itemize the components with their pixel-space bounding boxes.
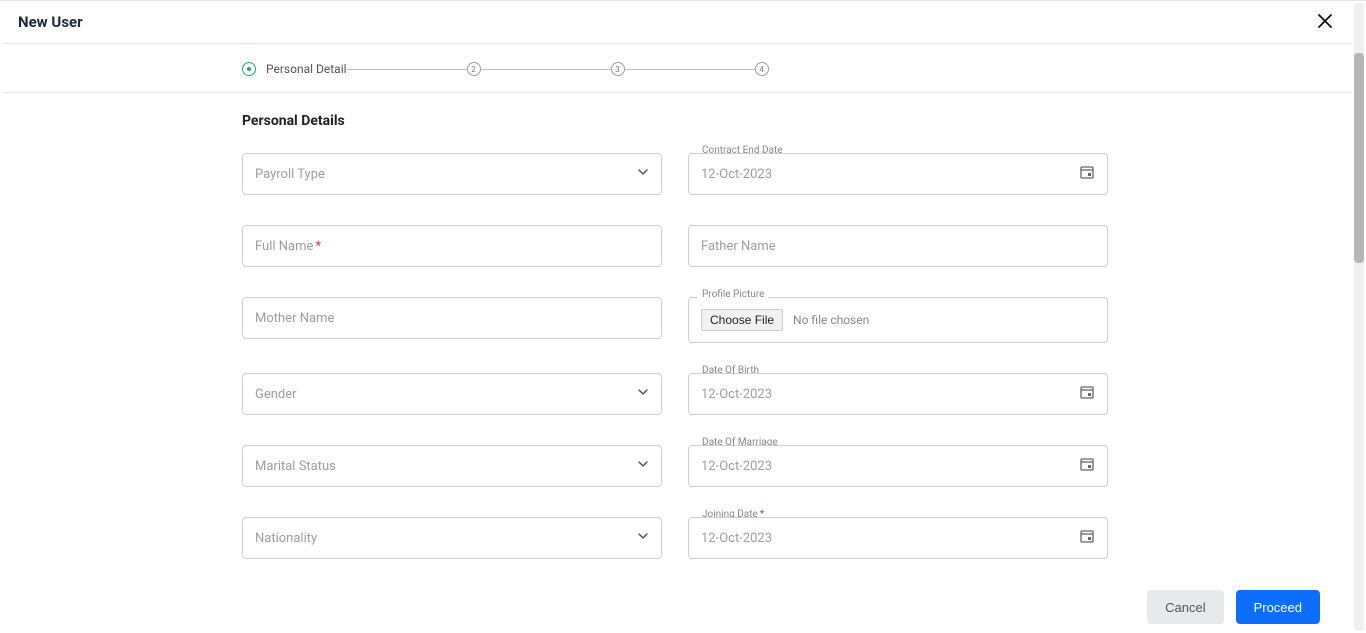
chevron-down-icon (637, 386, 649, 402)
contract-end-field: Contract End Date 12-Oct-2023 (688, 153, 1108, 195)
contract-end-value: 12-Oct-2023 (701, 167, 772, 182)
modal-footer: Cancel Proceed (2, 581, 1338, 633)
step-circle-3: 3 (611, 62, 625, 76)
gender-placeholder: Gender (255, 387, 297, 402)
calendar-icon[interactable] (1079, 528, 1095, 548)
dob-input[interactable]: 12-Oct-2023 (688, 373, 1108, 415)
modal-header: New User (2, 1, 1352, 44)
profile-picture-field: Profile Picture Choose File No file chos… (688, 297, 1108, 343)
choose-file-button[interactable]: Choose File (701, 309, 783, 331)
mother-name-input[interactable]: Mother Name (242, 297, 662, 339)
calendar-icon[interactable] (1079, 384, 1095, 404)
profile-picture-box: Choose File No file chosen (688, 297, 1108, 343)
step-connector (481, 69, 611, 70)
marital-status-select[interactable]: Marital Status (242, 445, 662, 487)
nationality-field: Nationality (242, 517, 662, 559)
file-status-text: No file chosen (793, 313, 869, 327)
dob-field: Date Of Birth 12-Oct-2023 (688, 373, 1108, 415)
joining-date-input[interactable]: 12-Oct-2023 (688, 517, 1108, 559)
gender-field: Gender (242, 373, 662, 415)
new-user-modal: New User Personal Detail 2 3 4 Personal … (2, 1, 1352, 633)
step-label-1: Personal Detail (266, 62, 347, 76)
step-connector (347, 69, 467, 70)
cancel-button[interactable]: Cancel (1147, 590, 1223, 624)
step-circle-active (242, 62, 256, 76)
contract-end-input[interactable]: 12-Oct-2023 (688, 153, 1108, 195)
father-name-input[interactable]: Father Name (688, 225, 1108, 267)
mother-name-placeholder: Mother Name (255, 311, 334, 326)
nationality-select[interactable]: Nationality (242, 517, 662, 559)
calendar-icon[interactable] (1079, 456, 1095, 476)
payroll-type-select[interactable]: Payroll Type (242, 153, 662, 195)
full-name-input[interactable]: Full Name* (242, 225, 662, 267)
joining-date-field: Joining Date* 12-Oct-2023 (688, 517, 1108, 559)
scrollbar-thumb[interactable] (1354, 53, 1364, 263)
father-name-placeholder: Father Name (701, 239, 776, 254)
payroll-type-placeholder: Payroll Type (255, 167, 325, 182)
calendar-icon[interactable] (1079, 164, 1095, 184)
step-circle-4: 4 (755, 62, 769, 76)
dom-input[interactable]: 12-Oct-2023 (688, 445, 1108, 487)
required-asterisk: * (315, 239, 321, 254)
step-connector (625, 69, 755, 70)
step-circle-2: 2 (467, 62, 481, 76)
payroll-type-field: Payroll Type (242, 153, 662, 195)
gender-select[interactable]: Gender (242, 373, 662, 415)
form-inner: Personal Details Payroll Type Contract E… (242, 113, 1112, 609)
profile-picture-label: Profile Picture (698, 289, 768, 300)
section-title: Personal Details (242, 113, 1112, 129)
chevron-down-icon (637, 458, 649, 474)
dom-field: Date Of Marriage 12-Oct-2023 (688, 445, 1108, 487)
step-1[interactable]: Personal Detail (242, 62, 347, 76)
chevron-down-icon (637, 166, 649, 182)
step-3[interactable]: 3 (611, 62, 625, 76)
nationality-placeholder: Nationality (255, 531, 317, 546)
close-icon (1317, 13, 1333, 32)
close-button[interactable] (1314, 11, 1336, 33)
chevron-down-icon (637, 530, 649, 546)
form-scroll-area[interactable]: Personal Details Payroll Type Contract E… (2, 93, 1352, 633)
marital-status-field: Marital Status (242, 445, 662, 487)
step-4[interactable]: 4 (755, 62, 769, 76)
father-name-field: Father Name (688, 225, 1108, 267)
joining-date-value: 12-Oct-2023 (701, 531, 772, 546)
full-name-field: Full Name* (242, 225, 662, 267)
proceed-button[interactable]: Proceed (1236, 590, 1320, 624)
marital-status-placeholder: Marital Status (255, 459, 336, 474)
mother-name-field: Mother Name (242, 297, 662, 343)
stepper: Personal Detail 2 3 4 (2, 44, 1352, 93)
form-grid: Payroll Type Contract End Date 12-Oct-20… (242, 153, 1112, 609)
dob-value: 12-Oct-2023 (701, 387, 772, 402)
full-name-placeholder: Full Name (255, 239, 313, 254)
modal-title: New User (18, 13, 83, 31)
page-scrollbar[interactable] (1354, 3, 1364, 631)
step-2[interactable]: 2 (467, 62, 481, 76)
dom-value: 12-Oct-2023 (701, 459, 772, 474)
